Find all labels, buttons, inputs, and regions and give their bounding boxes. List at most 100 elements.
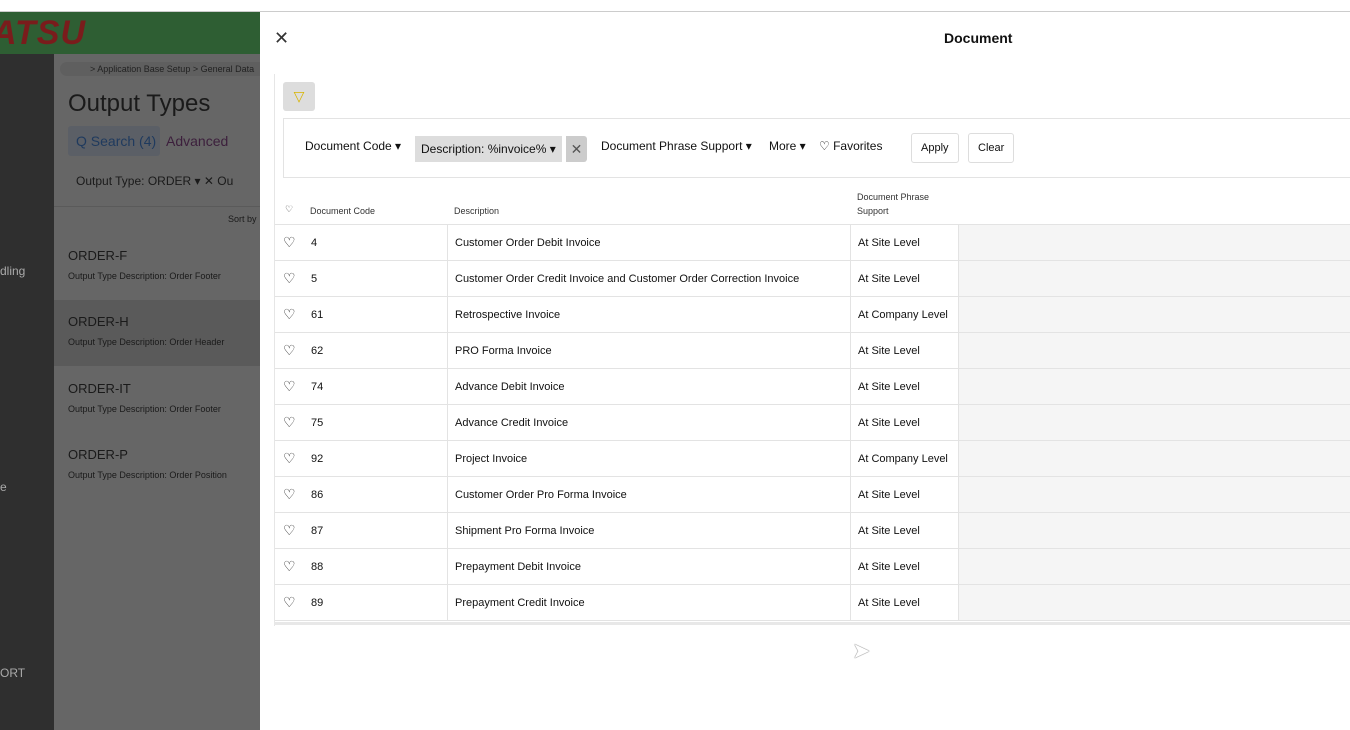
filter-icon[interactable]: ▽ xyxy=(283,82,315,111)
phrase-support: At Site Level xyxy=(858,381,920,393)
logo: ATSU xyxy=(0,14,87,52)
document-dialog: ✕ Document ▽ Document Code ▾ Description… xyxy=(260,12,1350,730)
document-code: 89 xyxy=(311,597,324,609)
list-item[interactable]: ORDER-P Output Type Description: Order Po… xyxy=(54,433,260,499)
document-code: 61 xyxy=(311,309,324,321)
empty-cell xyxy=(959,549,1350,584)
sidebar: dling e ORT xyxy=(0,54,54,730)
favorite-heart-icon[interactable]: ♡ xyxy=(283,234,296,251)
phrase-support: At Site Level xyxy=(858,345,920,357)
table-row[interactable]: ♡ 5 Customer Order Credit Invoice and Cu… xyxy=(275,261,1350,297)
phrase-support: At Company Level xyxy=(858,453,948,465)
document-description: PRO Forma Invoice xyxy=(455,345,552,357)
filter-phrase-support[interactable]: Document Phrase Support ▾ xyxy=(601,139,752,153)
column-header-phrase[interactable]: Document Phrase Support xyxy=(857,190,937,218)
document-code: 62 xyxy=(311,345,324,357)
document-code: 88 xyxy=(311,561,324,573)
code-cell xyxy=(275,513,448,548)
background-page: ATSU dling e ORT > Application Base Setu… xyxy=(0,12,260,730)
code-cell xyxy=(275,225,448,260)
code-cell xyxy=(275,549,448,584)
empty-cell xyxy=(959,225,1350,260)
phrase-support: At Site Level xyxy=(858,561,920,573)
favorite-heart-icon[interactable]: ♡ xyxy=(283,450,296,467)
brand-header: ATSU xyxy=(0,12,260,54)
table-row[interactable]: ♡ 62 PRO Forma Invoice At Site Level xyxy=(275,333,1350,369)
table-row[interactable]: ♡ 61 Retrospective Invoice At Company Le… xyxy=(275,297,1350,333)
favorite-heart-icon[interactable]: ♡ xyxy=(283,414,296,431)
document-code: 5 xyxy=(311,273,318,285)
advanced-link[interactable]: Advanced xyxy=(166,133,228,149)
code-cell xyxy=(275,405,448,440)
document-description: Advance Credit Invoice xyxy=(455,417,569,429)
table-row[interactable]: ♡ 89 Prepayment Credit Invoice At Site L… xyxy=(275,585,1350,621)
clear-description-icon[interactable]: ✕ xyxy=(566,136,587,162)
card-title: ORDER-H xyxy=(68,314,129,329)
document-description: Customer Order Credit Invoice and Custom… xyxy=(455,273,800,285)
list-item[interactable]: ORDER-H Output Type Description: Order He… xyxy=(54,300,260,366)
sidebar-item[interactable]: dling xyxy=(0,264,25,278)
divider xyxy=(54,206,260,207)
sidebar-item[interactable]: e xyxy=(0,480,7,494)
breadcrumb[interactable]: > Application Base Setup > General Data xyxy=(60,62,260,76)
mouse-cursor: ➤ xyxy=(852,638,871,663)
column-header-description[interactable]: Description xyxy=(454,206,499,216)
sidebar-item[interactable]: ORT xyxy=(0,666,25,680)
card-desc: Output Type Description: Order Footer xyxy=(68,404,221,414)
favorite-heart-icon[interactable]: ♡ xyxy=(283,378,296,395)
favorite-heart-icon[interactable]: ♡ xyxy=(283,594,296,611)
filter-more[interactable]: More ▾ xyxy=(769,139,806,153)
list-item[interactable]: ORDER-F Output Type Description: Order Fo… xyxy=(54,234,260,300)
code-cell xyxy=(275,261,448,296)
browser-strip xyxy=(0,0,1350,12)
favorites-filter[interactable]: ♡ Favorites xyxy=(819,139,882,153)
document-description: Project Invoice xyxy=(455,453,528,465)
favorite-heart-icon[interactable]: ♡ xyxy=(283,342,296,359)
column-header-code[interactable]: Document Code xyxy=(310,206,375,216)
close-icon[interactable]: ✕ xyxy=(274,28,289,49)
empty-cell xyxy=(959,513,1350,548)
table-row[interactable]: ♡ 74 Advance Debit Invoice At Site Level xyxy=(275,369,1350,405)
filter-description[interactable]: Description: %invoice% ▾ xyxy=(415,136,562,162)
search-button[interactable]: Q Search (4) xyxy=(68,126,160,156)
document-table: ♡ Document Code Description Document Phr… xyxy=(275,184,1350,621)
sort-by[interactable]: Sort by xyxy=(228,214,257,224)
phrase-support: At Site Level xyxy=(858,525,920,537)
clear-button[interactable]: Clear xyxy=(968,133,1015,163)
empty-cell xyxy=(959,261,1350,296)
favorite-heart-icon[interactable]: ♡ xyxy=(285,204,293,215)
table-row[interactable]: ♡ 87 Shipment Pro Forma Invoice At Site … xyxy=(275,513,1350,549)
empty-cell xyxy=(959,369,1350,404)
apply-button[interactable]: Apply xyxy=(911,133,959,163)
favorite-heart-icon[interactable]: ♡ xyxy=(283,486,296,503)
table-row[interactable]: ♡ 92 Project Invoice At Company Level xyxy=(275,441,1350,477)
filter-document-code[interactable]: Document Code ▾ xyxy=(305,139,401,153)
document-description: Customer Order Pro Forma Invoice xyxy=(455,489,627,501)
phrase-support: At Company Level xyxy=(858,309,948,321)
favorite-heart-icon[interactable]: ♡ xyxy=(283,522,296,539)
code-cell xyxy=(275,297,448,332)
empty-cell xyxy=(959,441,1350,476)
document-code: 86 xyxy=(311,489,324,501)
card-desc: Output Type Description: Order Header xyxy=(68,337,225,347)
code-cell xyxy=(275,477,448,512)
table-row[interactable]: ♡ 86 Customer Order Pro Forma Invoice At… xyxy=(275,477,1350,513)
output-types-page: > Application Base Setup > General Data … xyxy=(54,54,260,730)
phrase-support: At Site Level xyxy=(858,489,920,501)
lov-panel: ▽ Document Code ▾ Description: %invoice%… xyxy=(274,74,1350,626)
list-item[interactable]: ORDER-IT Output Type Description: Order F… xyxy=(54,367,260,433)
document-code: 4 xyxy=(311,237,318,249)
favorite-heart-icon[interactable]: ♡ xyxy=(283,270,296,287)
table-row[interactable]: ♡ 75 Advance Credit Invoice At Site Leve… xyxy=(275,405,1350,441)
dialog-title: Document xyxy=(944,30,1013,46)
document-description: Retrospective Invoice xyxy=(455,309,561,321)
favorite-heart-icon[interactable]: ♡ xyxy=(283,306,296,323)
favorite-heart-icon[interactable]: ♡ xyxy=(283,558,296,575)
document-code: 87 xyxy=(311,525,324,537)
card-desc: Output Type Description: Order Position xyxy=(68,470,227,480)
phrase-support: At Site Level xyxy=(858,237,920,249)
filter-chip[interactable]: Output Type: ORDER ▾ ✕ Ou xyxy=(68,166,238,196)
table-row[interactable]: ♡ 88 Prepayment Debit Invoice At Site Le… xyxy=(275,549,1350,585)
table-row[interactable]: ♡ 4 Customer Order Debit Invoice At Site… xyxy=(275,225,1350,261)
code-cell xyxy=(275,333,448,368)
